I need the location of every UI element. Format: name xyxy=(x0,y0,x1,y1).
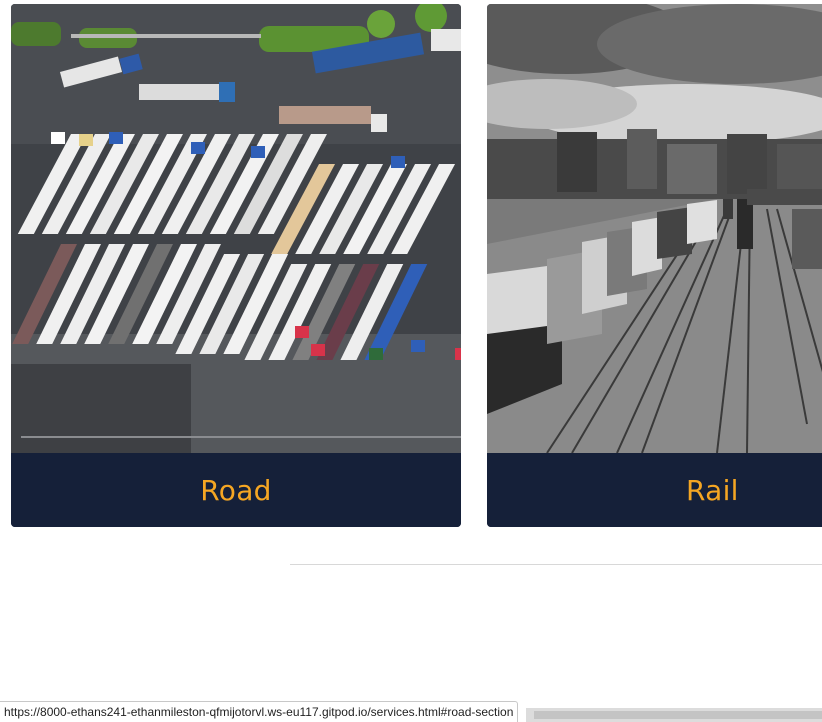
section-divider xyxy=(290,564,822,565)
rail-card-caption: Rail xyxy=(487,453,822,527)
status-url-text: https://8000-ethans241-ethanmileston-qfm… xyxy=(4,705,514,719)
page: Road Rail https://8000-ethans241-ethanmi… xyxy=(0,0,822,722)
road-card-caption: Road xyxy=(11,453,461,527)
horizontal-scrollbar-thumb[interactable] xyxy=(534,711,822,719)
road-card-title: Road xyxy=(200,473,272,507)
road-trucks-image xyxy=(11,4,461,453)
road-service-card[interactable]: Road xyxy=(11,4,461,527)
rail-card-title: Rail xyxy=(686,473,739,507)
rail-freight-image xyxy=(487,4,822,453)
horizontal-scrollbar[interactable] xyxy=(526,708,822,722)
rail-service-card[interactable]: Rail xyxy=(487,4,822,527)
link-preview-status-bar: https://8000-ethans241-ethanmileston-qfm… xyxy=(0,701,519,722)
